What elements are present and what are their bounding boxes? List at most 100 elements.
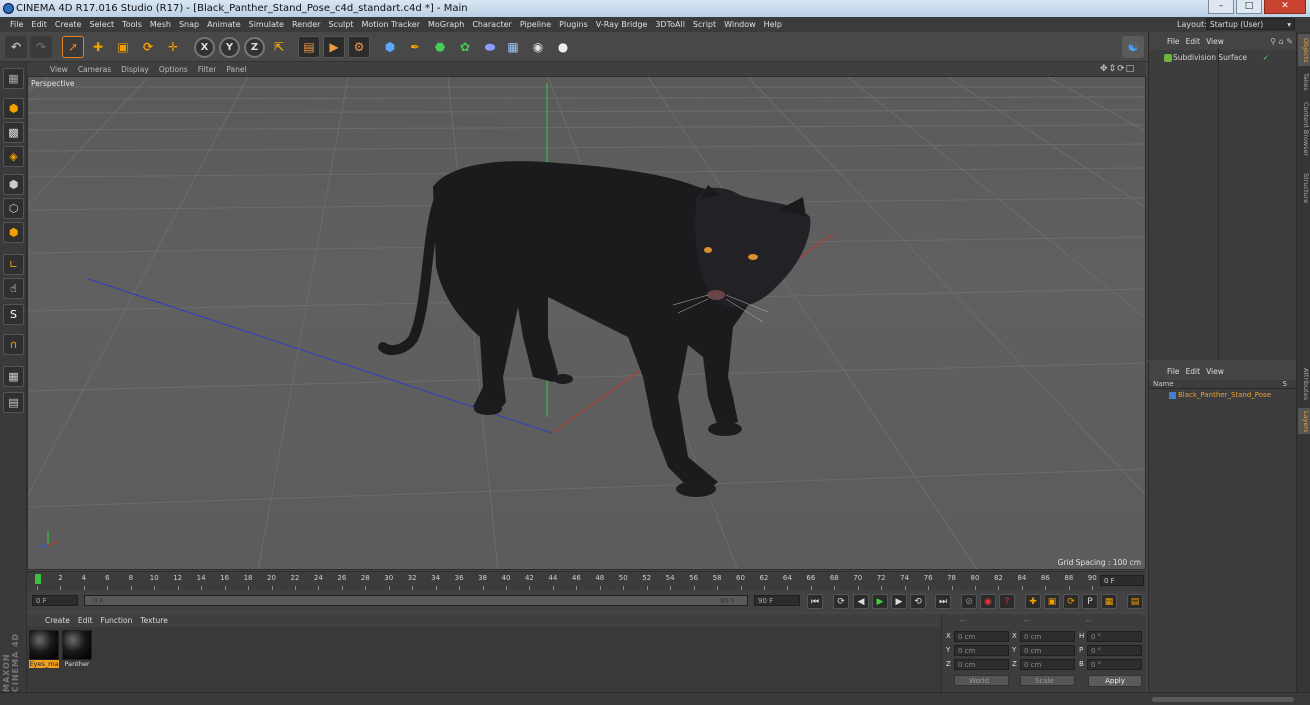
key-position-icon[interactable]: ✚: [1025, 594, 1041, 609]
layer-menu-edit[interactable]: Edit: [1186, 367, 1207, 376]
timeline-ruler[interactable]: 0246810121416182022242628303234363840424…: [27, 571, 1146, 591]
key-scale-icon[interactable]: ▣: [1044, 594, 1060, 609]
auto-key-icon[interactable]: ◉: [980, 594, 996, 609]
object-enabled-icon[interactable]: ✓: [1263, 52, 1269, 64]
rotate-icon[interactable]: ⟳: [137, 36, 159, 58]
loop-icon[interactable]: ⟳: [833, 594, 849, 609]
subdivision-icon[interactable]: ⬣: [429, 36, 451, 58]
render-view-icon[interactable]: ▤: [298, 36, 320, 58]
workplane-icon[interactable]: ◈: [3, 146, 24, 167]
lock-workplane-icon[interactable]: ▦: [3, 366, 24, 387]
object-menu-file[interactable]: File: [1167, 37, 1186, 46]
menu-pipeline[interactable]: Pipeline: [516, 20, 555, 29]
texture-mode-icon[interactable]: ▩: [3, 122, 24, 143]
size-z-field[interactable]: 0 cm: [1020, 659, 1075, 670]
edges-mode-icon[interactable]: ⬡: [3, 198, 24, 219]
python-icon[interactable]: ☯: [1122, 36, 1144, 58]
menu-script[interactable]: Script: [689, 20, 720, 29]
record-keys-icon[interactable]: ⊘: [961, 594, 977, 609]
object-row[interactable]: Subdivision Surface ✓: [1151, 52, 1295, 64]
menu-file[interactable]: File: [6, 20, 27, 29]
minimize-icon[interactable]: –: [1208, 0, 1234, 14]
material-item[interactable]: Eyes_ma: [29, 630, 59, 668]
previous-frame-icon[interactable]: ◀: [853, 594, 869, 609]
pos-z-field[interactable]: 0 cm: [954, 659, 1009, 670]
rot-p-field[interactable]: 0 °: [1087, 645, 1142, 656]
layer-menu-file[interactable]: File: [1167, 367, 1186, 376]
render-picture-viewer-icon[interactable]: ▶: [323, 36, 345, 58]
tab-takes[interactable]: Takes: [1298, 70, 1310, 92]
menu-3dtoall[interactable]: 3DToAll: [651, 20, 689, 29]
maximize-view-icon[interactable]: □: [1126, 64, 1136, 74]
deformer-icon[interactable]: ⬬: [479, 36, 501, 58]
magnet-icon[interactable]: ∩: [3, 334, 24, 355]
scale-icon[interactable]: ▣: [112, 36, 134, 58]
menu-window[interactable]: Window: [720, 20, 760, 29]
rot-h-field[interactable]: 0 °: [1087, 631, 1142, 642]
tab-attributes[interactable]: Attributes: [1298, 364, 1310, 404]
key-pla-icon[interactable]: ▦: [1101, 594, 1117, 609]
timeline-window-icon[interactable]: ▤: [1127, 594, 1143, 609]
tab-content-browser[interactable]: Content Browser: [1298, 94, 1310, 164]
undo-icon[interactable]: ↶: [5, 36, 27, 58]
menu-create[interactable]: Create: [51, 20, 86, 29]
snap-icon[interactable]: S: [3, 304, 24, 325]
redo-icon[interactable]: ↷: [30, 36, 52, 58]
cube-icon[interactable]: ⬢: [379, 36, 401, 58]
menu-vray-bridge[interactable]: V-Ray Bridge: [592, 20, 652, 29]
viewport-menu-panel[interactable]: Panel: [221, 65, 251, 74]
polygons-mode-icon[interactable]: ⬢: [3, 222, 24, 243]
axis-mode-icon[interactable]: ∟: [3, 254, 24, 275]
viewport-menu-options[interactable]: Options: [154, 65, 193, 74]
menu-sculpt[interactable]: Sculpt: [324, 20, 357, 29]
horizontal-scrollbar[interactable]: [1152, 697, 1294, 702]
model-mode-icon[interactable]: ⬢: [3, 98, 24, 119]
viewport-menu-display[interactable]: Display: [116, 65, 154, 74]
menu-help[interactable]: Help: [760, 20, 786, 29]
menu-mesh[interactable]: Mesh: [146, 20, 175, 29]
end-frame-field[interactable]: 90 F: [754, 595, 800, 606]
perspective-viewport[interactable]: Perspective Grid Spacing : 100 cm: [27, 76, 1146, 570]
menu-animate[interactable]: Animate: [203, 20, 245, 29]
object-menu-view[interactable]: View: [1206, 37, 1230, 46]
floor-icon[interactable]: ▦: [502, 36, 524, 58]
menu-motion-tracker[interactable]: Motion Tracker: [357, 20, 424, 29]
menu-snap[interactable]: Snap: [175, 20, 203, 29]
viewport-menu-cameras[interactable]: Cameras: [73, 65, 116, 74]
tweak-mode-icon[interactable]: ☝: [3, 278, 24, 299]
size-x-field[interactable]: 0 cm: [1020, 631, 1075, 642]
material-menu-edit[interactable]: Edit: [74, 616, 97, 625]
menu-simulate[interactable]: Simulate: [245, 20, 288, 29]
size-mode-select[interactable]: Scale: [1020, 675, 1075, 686]
viewport-menu-filter[interactable]: Filter: [193, 65, 222, 74]
make-editable-icon[interactable]: ▦: [3, 68, 24, 89]
key-parameter-icon[interactable]: P: [1082, 594, 1098, 609]
current-frame-field[interactable]: 0 F: [1100, 575, 1144, 586]
go-to-end-icon[interactable]: ⏭: [935, 594, 951, 609]
loop-forward-icon[interactable]: ⟲: [910, 594, 926, 609]
tab-structure[interactable]: Structure: [1298, 168, 1310, 208]
rot-b-field[interactable]: 0 °: [1087, 659, 1142, 670]
material-menu-create[interactable]: Create: [41, 616, 74, 625]
maximize-icon[interactable]: □: [1236, 0, 1262, 14]
edit-render-settings-icon[interactable]: ⚙: [348, 36, 370, 58]
start-frame-field[interactable]: 0 F: [32, 595, 78, 606]
menu-character[interactable]: Character: [468, 20, 516, 29]
coord-system-icon[interactable]: ⇱: [268, 36, 290, 58]
x-axis-icon[interactable]: X: [194, 37, 215, 58]
add-icon[interactable]: ✛: [162, 36, 184, 58]
array-icon[interactable]: ✿: [454, 36, 476, 58]
menu-plugins[interactable]: Plugins: [555, 20, 592, 29]
light-icon[interactable]: ●: [552, 36, 574, 58]
material-menu-texture[interactable]: Texture: [136, 616, 171, 625]
pan-icon[interactable]: ✥: [1100, 64, 1109, 74]
dolly-icon[interactable]: ⇕: [1109, 64, 1118, 74]
object-menu-edit[interactable]: Edit: [1186, 37, 1207, 46]
layout-select[interactable]: Startup (User): [1206, 18, 1295, 30]
apply-button[interactable]: Apply: [1088, 675, 1142, 687]
black-panther-model[interactable]: [378, 161, 811, 498]
go-to-start-icon[interactable]: ⏮: [807, 594, 823, 609]
camera-icon[interactable]: ◉: [527, 36, 549, 58]
move-icon[interactable]: ✚: [87, 36, 109, 58]
menu-mograph[interactable]: MoGraph: [424, 20, 468, 29]
